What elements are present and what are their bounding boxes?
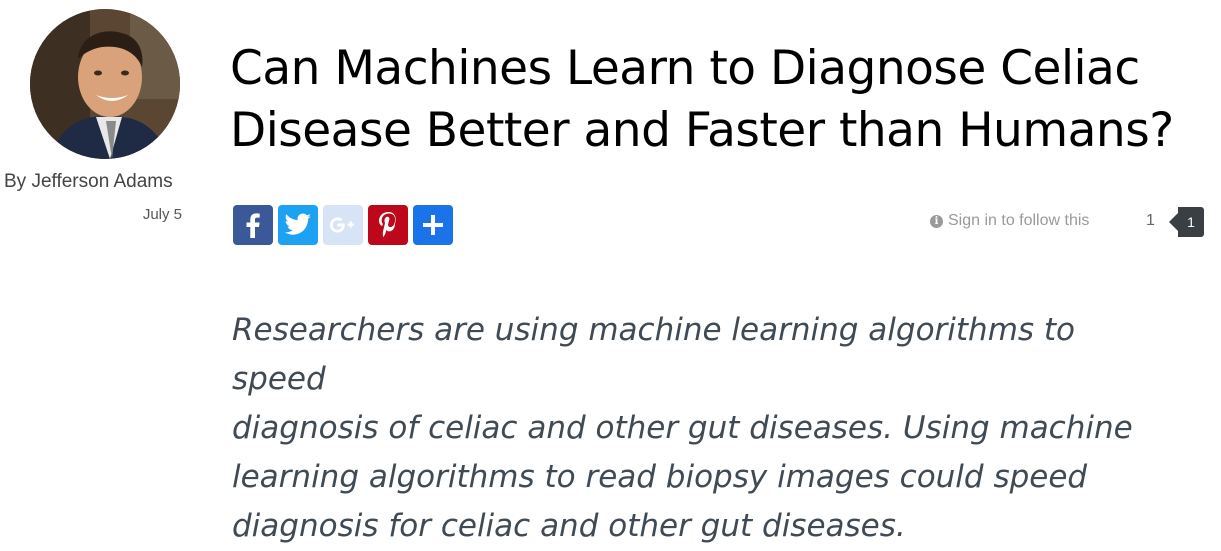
pinterest-icon	[379, 212, 396, 237]
info-icon: i	[930, 214, 943, 228]
author-avatar[interactable]	[30, 9, 180, 159]
article-summary: Researchers are using machine learning a…	[232, 312, 1133, 544]
twitter-share-button[interactable]	[278, 205, 318, 245]
plus-icon	[423, 215, 443, 235]
follow-link[interactable]: i Sign in to follow this	[930, 212, 1089, 230]
google-plus-icon	[330, 217, 354, 233]
follower-count: 1	[1146, 212, 1155, 229]
follow-label: Sign in to follow this	[948, 212, 1090, 229]
share-buttons	[233, 205, 453, 245]
facebook-share-button[interactable]	[233, 205, 273, 245]
pinterest-share-button[interactable]	[368, 205, 408, 245]
follower-count-badge: 1	[1169, 207, 1204, 237]
article-title: Can Machines Learn to Diagnose Celiac Di…	[230, 41, 1174, 158]
avatar-photo	[30, 9, 180, 159]
author-name[interactable]: By Jefferson Adams	[4, 171, 173, 193]
post-date: July 5	[142, 206, 182, 223]
more-share-button[interactable]	[413, 205, 453, 245]
facebook-icon	[246, 213, 260, 238]
twitter-icon	[284, 213, 311, 235]
google-plus-share-button[interactable]	[323, 205, 363, 245]
